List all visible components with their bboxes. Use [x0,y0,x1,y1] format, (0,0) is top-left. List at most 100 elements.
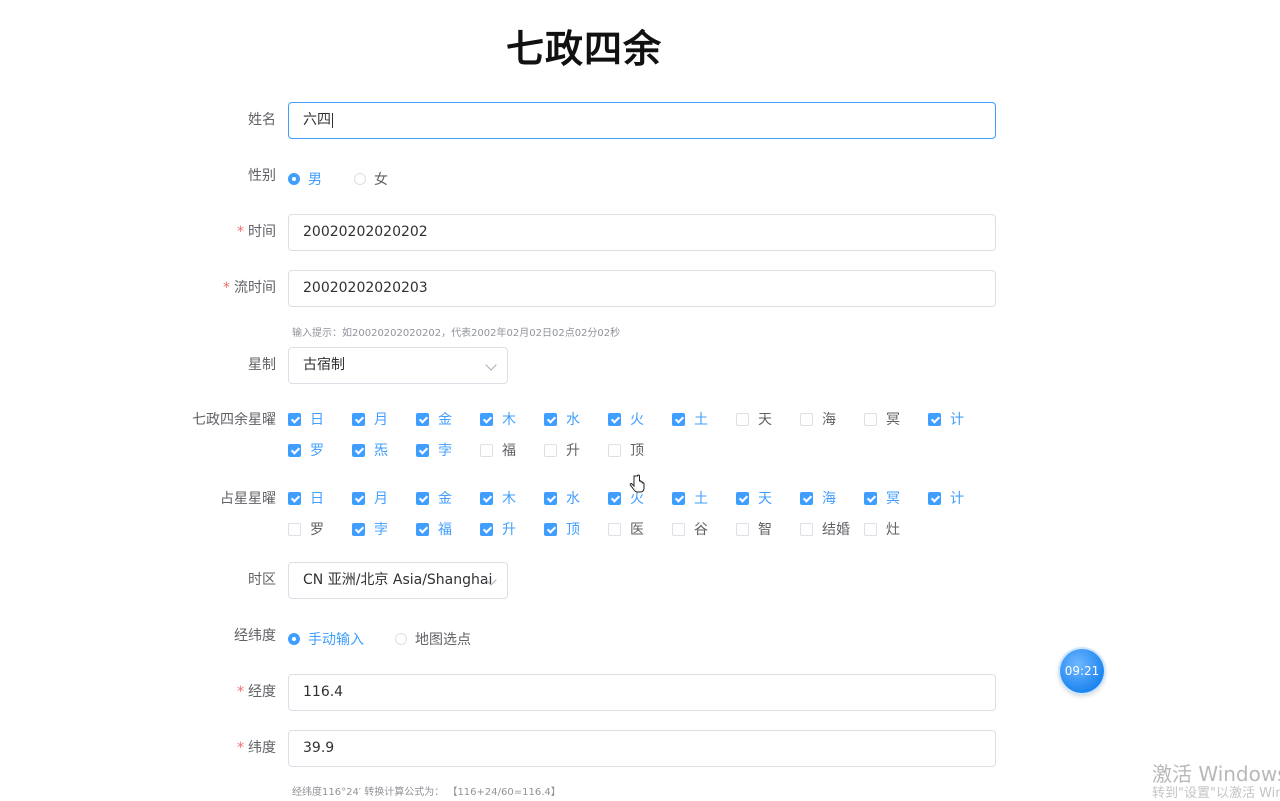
checkbox-icon [416,522,429,536]
gender-option-label: 女 [374,172,388,188]
checkbox-icon [544,412,557,426]
checkbox-label: 福 [438,522,452,538]
latitude-label-text: 纬度 [248,740,276,756]
checkbox-label: 海 [822,412,836,428]
activation-watermark-subtitle: 转到"设置"以激活 Windows。 [1152,786,1280,801]
star-checkbox[interactable]: 土 [672,488,708,508]
star-system-select[interactable]: 古宿制 [288,347,508,384]
text-caret [332,112,333,128]
checkbox-label: 冥 [886,491,900,507]
checkbox-icon [416,443,429,457]
star-checkbox[interactable]: 谷 [672,519,708,539]
star-checkbox[interactable]: 海 [800,409,836,429]
star-checkbox[interactable]: 土 [672,409,708,429]
radio-dot [395,633,407,645]
star-checkbox[interactable]: 顶 [544,519,580,539]
timezone-label: 时区 [248,572,276,588]
star-checkbox[interactable]: 天 [736,409,772,429]
timer-bubble[interactable]: 09:21 [1060,649,1104,693]
checkbox-icon [288,443,301,457]
coords-option-label: 手动输入 [308,632,364,648]
star-checkbox[interactable]: 天 [736,488,772,508]
coord-hint: 经纬度116°24′ 转换计算公式为： 【116+24/60=116.4】 [292,787,561,798]
star-checkbox[interactable]: 福 [416,519,452,539]
star-checkbox[interactable]: 月 [352,409,388,429]
star-checkbox[interactable]: 孛 [352,519,388,539]
flow-time-label: * 流时间 [223,277,276,297]
checkbox-icon [352,443,365,457]
checkbox-label: 土 [694,491,708,507]
checkbox-label: 天 [758,412,772,428]
star-checkbox[interactable]: 计 [928,409,964,429]
checkbox-icon [544,522,557,536]
checkbox-icon [608,491,621,505]
checkbox-icon [672,491,685,505]
checkbox-label: 医 [630,522,644,538]
zhanxing-stars-label: 占星星曜 [220,491,276,507]
checkbox-label: 升 [502,522,516,538]
star-checkbox[interactable]: 日 [288,488,324,508]
gender-radio-female[interactable]: 女 [354,169,388,189]
hand-cursor-icon [629,474,645,493]
star-checkbox[interactable]: 炁 [352,440,388,460]
checkbox-icon [416,412,429,426]
star-checkbox[interactable]: 日 [288,409,324,429]
gender-radio-male[interactable]: 男 [288,169,322,189]
star-checkbox[interactable]: 灶 [864,519,900,539]
coords-radio-map[interactable]: 地图选点 [395,629,471,649]
checkbox-icon [352,522,365,536]
star-checkbox[interactable]: 罗 [288,519,324,539]
star-checkbox[interactable]: 火 [608,409,644,429]
star-checkbox[interactable]: 水 [544,409,580,429]
star-checkbox[interactable]: 升 [544,440,580,460]
star-checkbox[interactable]: 罗 [288,440,324,460]
checkbox-icon [928,412,941,426]
coords-option-label: 地图选点 [415,632,471,648]
coords-radio-manual[interactable]: 手动输入 [288,629,364,649]
star-checkbox[interactable]: 福 [480,440,516,460]
longitude-label: * 经度 [237,681,276,701]
checkbox-label: 计 [950,412,964,428]
flow-time-input[interactable]: 20020202020203 [288,270,996,307]
checkbox-label: 月 [374,412,388,428]
checkbox-label: 月 [374,491,388,507]
star-checkbox[interactable]: 结婚 [800,519,850,539]
star-checkbox[interactable]: 计 [928,488,964,508]
star-checkbox[interactable]: 木 [480,488,516,508]
star-checkbox[interactable]: 水 [544,488,580,508]
star-checkbox[interactable]: 医 [608,519,644,539]
star-checkbox[interactable]: 月 [352,488,388,508]
checkbox-label: 炁 [374,443,388,459]
star-checkbox[interactable]: 金 [416,488,452,508]
checkbox-icon [800,491,813,505]
name-input[interactable]: 六四 [288,102,996,139]
page-title: 七政四余 [505,27,662,71]
checkbox-label: 智 [758,522,772,538]
timezone-select[interactable]: CN 亚洲/北京 Asia/Shanghai [288,562,508,599]
star-checkbox[interactable]: 智 [736,519,772,539]
longitude-input[interactable]: 116.4 [288,674,996,711]
checkbox-icon [352,412,365,426]
qizheng-stars-label: 七政四余星曜 [192,412,276,428]
checkbox-icon [736,522,749,536]
star-checkbox[interactable]: 冥 [864,488,900,508]
checkbox-label: 天 [758,491,772,507]
star-checkbox[interactable]: 海 [800,488,836,508]
checkbox-label: 罗 [310,522,324,538]
checkbox-icon [608,443,621,457]
star-checkbox[interactable]: 木 [480,409,516,429]
checkbox-icon [544,491,557,505]
checkbox-label: 金 [438,491,452,507]
checkbox-label: 孛 [374,522,388,538]
checkbox-icon [288,412,301,426]
star-checkbox[interactable]: 孛 [416,440,452,460]
star-checkbox[interactable]: 金 [416,409,452,429]
checkbox-icon [736,412,749,426]
checkbox-icon [288,491,301,505]
star-checkbox[interactable]: 顶 [608,440,644,460]
time-input[interactable]: 20020202020202 [288,214,996,251]
star-checkbox[interactable]: 升 [480,519,516,539]
latitude-input[interactable]: 39.9 [288,730,996,767]
checkbox-label: 水 [566,412,580,428]
star-checkbox[interactable]: 冥 [864,409,900,429]
